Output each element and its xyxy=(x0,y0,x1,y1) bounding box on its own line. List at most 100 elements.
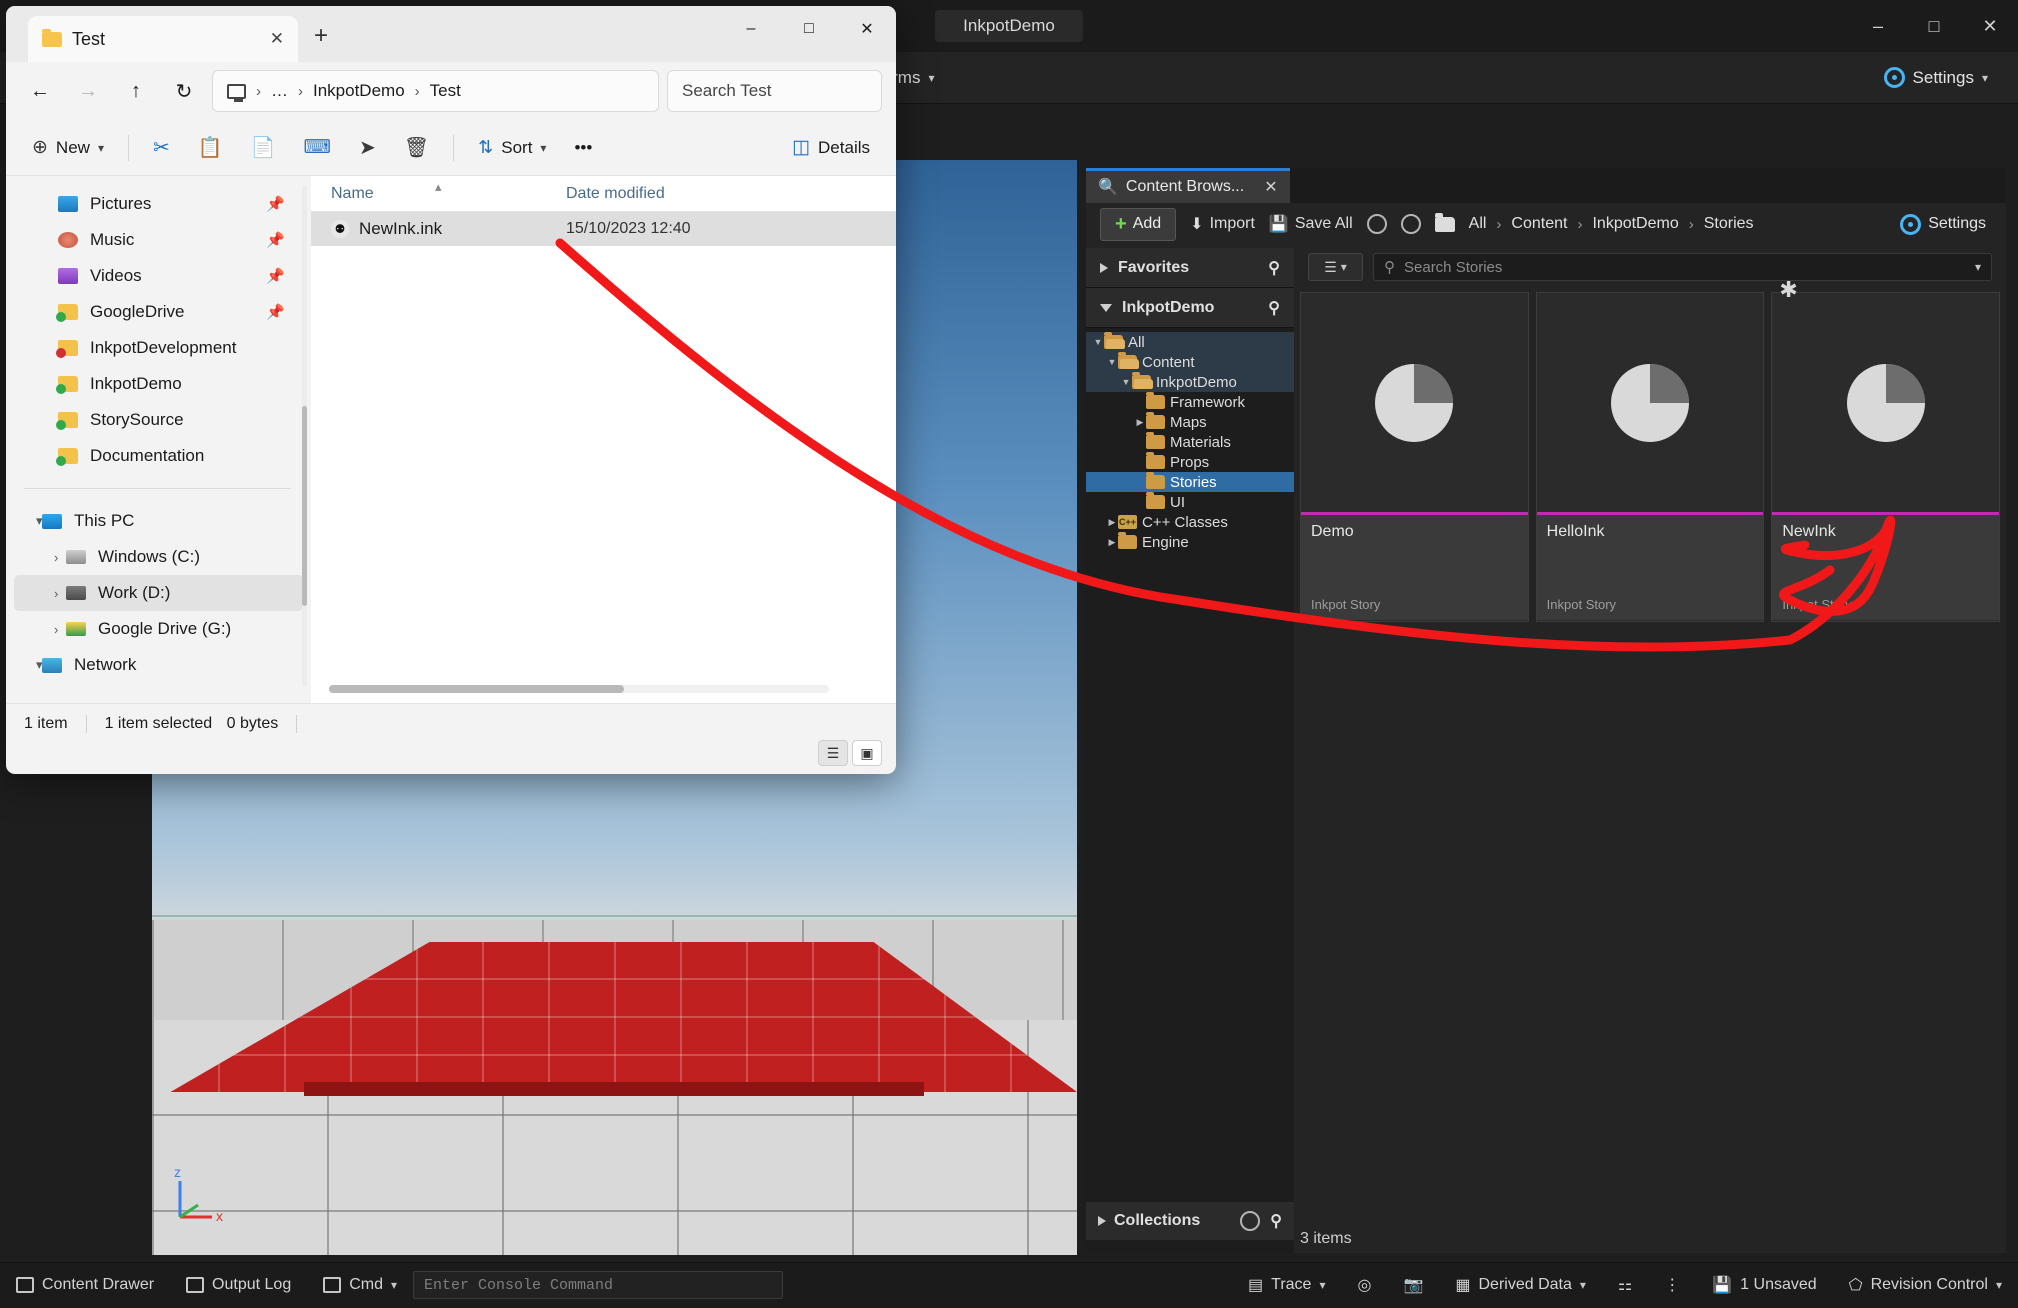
add-collection-icon[interactable] xyxy=(1240,1211,1260,1231)
sidebar-item-videos[interactable]: Videos📌 xyxy=(14,258,303,294)
tree-item-props[interactable]: Props xyxy=(1086,452,1294,472)
sidebar-scrollbar-thumb[interactable] xyxy=(302,406,307,606)
up-button[interactable]: ↑ xyxy=(116,72,156,110)
chevron-right-icon[interactable]: › xyxy=(54,622,58,637)
asset-tile[interactable]: ✱NewInkInkpot Story xyxy=(1771,292,2000,622)
console-command-input[interactable]: Enter Console Command xyxy=(413,1271,783,1299)
sidebar-item-google-drive-g-[interactable]: ›Google Drive (G:) xyxy=(14,611,303,647)
new-button[interactable]: ⊕ New ▾ xyxy=(20,128,116,168)
column-header-name[interactable]: Name ▴ xyxy=(311,185,566,203)
sidebar-item-this-pc[interactable]: ▾ This PC xyxy=(14,503,303,539)
breadcrumb-item-all[interactable]: All xyxy=(1469,215,1487,233)
breadcrumb-item-content[interactable]: Content xyxy=(1511,215,1567,233)
unreal-close-button[interactable]: ✕ xyxy=(1962,0,2018,52)
asset-tile[interactable]: HelloInkInkpot Story xyxy=(1536,292,1765,622)
sidebar-item-documentation[interactable]: Documentation xyxy=(14,438,303,474)
trace-button[interactable]: ▤ Trace ▾ xyxy=(1232,1263,1341,1308)
chevron-down-icon[interactable]: ▾ xyxy=(1975,260,1981,274)
breadcrumb-overflow[interactable]: … xyxy=(271,81,288,101)
sidebar-item-googledrive[interactable]: GoogleDrive📌 xyxy=(14,294,303,330)
tree-item-all[interactable]: ▼All xyxy=(1086,332,1294,352)
perf-button[interactable]: ⚏ xyxy=(1602,1263,1648,1308)
derived-data-button[interactable]: ▦ Derived Data ▾ xyxy=(1439,1263,1602,1308)
details-view-button[interactable]: ☰ xyxy=(818,740,848,766)
delete-button[interactable]: 🗑 xyxy=(392,128,441,168)
search-assets-input[interactable]: ⚲ Search Stories ▾ xyxy=(1373,253,1992,281)
share-button[interactable]: ➤ xyxy=(347,128,388,168)
sidebar-item-music[interactable]: Music📌 xyxy=(14,222,303,258)
output-log-button[interactable]: Output Log xyxy=(170,1263,307,1308)
history-forward-icon[interactable] xyxy=(1401,214,1421,234)
explorer-maximize-button[interactable]: □ xyxy=(780,6,838,52)
close-icon[interactable]: ✕ xyxy=(270,29,284,49)
tree-item-stories[interactable]: Stories xyxy=(1086,472,1294,492)
asset-tile[interactable]: DemoInkpot Story xyxy=(1300,292,1529,622)
search-icon[interactable]: ⚲ xyxy=(1270,1211,1282,1231)
tree-item-ui[interactable]: UI xyxy=(1086,492,1294,512)
chevron-right-icon[interactable]: ▶ xyxy=(1106,517,1118,528)
cut-button[interactable]: ✂ xyxy=(141,128,182,168)
tree-item-inkpotdemo[interactable]: ▼InkpotDemo xyxy=(1086,372,1294,392)
tree-item-c-classes[interactable]: ▶C++C++ Classes xyxy=(1086,512,1294,532)
collections-section-header[interactable]: Collections ⚲ xyxy=(1086,1202,1294,1240)
address-bar[interactable]: › … ›InkpotDemo›Test xyxy=(212,70,659,112)
save-all-button[interactable]: 💾 Save All xyxy=(1269,214,1353,234)
breadcrumb-item-inkpotdemo[interactable]: InkpotDemo xyxy=(1592,215,1678,233)
sidebar-item-windows-c-[interactable]: ›Windows (C:) xyxy=(14,539,303,575)
explorer-close-button[interactable]: ✕ xyxy=(838,6,896,52)
tab-content-browser[interactable]: 🔍 Content Brows... ✕ xyxy=(1086,168,1290,203)
unreal-maximize-button[interactable]: □ xyxy=(1906,0,1962,52)
sidebar-item-pictures[interactable]: Pictures📌 xyxy=(14,186,303,222)
rename-button[interactable]: ⌨ xyxy=(292,128,343,168)
breadcrumb-item-stories[interactable]: Stories xyxy=(1704,215,1754,233)
sidebar-item-inkpotdemo[interactable]: InkpotDemo xyxy=(14,366,303,402)
breadcrumb-item-inkpotdemo[interactable]: InkpotDemo xyxy=(313,81,405,101)
horizontal-scrollbar-thumb[interactable] xyxy=(329,685,624,693)
more-options-button[interactable]: ••• xyxy=(562,128,604,168)
tree-item-framework[interactable]: Framework xyxy=(1086,392,1294,412)
tree-item-materials[interactable]: Materials xyxy=(1086,432,1294,452)
history-back-icon[interactable] xyxy=(1367,214,1387,234)
new-tab-button[interactable]: + xyxy=(314,22,328,50)
unreal-minimize-button[interactable]: – xyxy=(1850,0,1906,52)
sidebar-item-network[interactable]: ▾ Network xyxy=(14,647,303,683)
favorites-section-header[interactable]: Favorites ⚲ xyxy=(1086,248,1294,288)
tree-item-maps[interactable]: ▶Maps xyxy=(1086,412,1294,432)
search-input[interactable]: Search Test xyxy=(667,70,882,112)
filters-button[interactable]: ☰ ▾ xyxy=(1308,253,1363,281)
unsaved-button[interactable]: 💾 1 Unsaved xyxy=(1696,1263,1832,1308)
pin-icon[interactable]: 📌 xyxy=(266,231,285,249)
close-icon[interactable]: ✕ xyxy=(1264,177,1277,197)
content-browser-settings-button[interactable]: Settings xyxy=(1900,214,1986,235)
pin-icon[interactable]: 📌 xyxy=(266,303,285,321)
search-icon[interactable]: ⚲ xyxy=(1268,298,1280,318)
tree-item-engine[interactable]: ▶Engine xyxy=(1086,532,1294,552)
chevron-down-icon[interactable]: ▼ xyxy=(1092,337,1104,347)
sidebar-item-inkpotdevelopment[interactable]: InkpotDevelopment xyxy=(14,330,303,366)
chevron-down-icon[interactable]: ▼ xyxy=(1120,377,1132,387)
refresh-button[interactable]: ↻ xyxy=(164,72,204,110)
sidebar-item-storysource[interactable]: StorySource xyxy=(14,402,303,438)
copy-button[interactable]: 📋 xyxy=(186,128,235,168)
tiles-view-button[interactable]: ▣ xyxy=(852,740,882,766)
chevron-down-icon[interactable]: ▼ xyxy=(1106,357,1118,367)
explorer-tab[interactable]: Test ✕ xyxy=(28,16,298,62)
chevron-right-icon[interactable]: › xyxy=(54,586,58,601)
import-button[interactable]: ⬇ Import xyxy=(1190,214,1255,234)
profiler-button[interactable]: ◎ xyxy=(1341,1263,1387,1308)
breadcrumb-item-test[interactable]: Test xyxy=(430,81,461,101)
pin-icon[interactable]: 📌 xyxy=(266,267,285,285)
sort-button[interactable]: ⇅ Sort ▾ xyxy=(466,128,558,168)
add-button[interactable]: + Add xyxy=(1100,208,1176,241)
chevron-right-icon[interactable]: ▶ xyxy=(1106,537,1118,548)
screenshot-button[interactable]: 📷 xyxy=(1387,1263,1439,1308)
project-section-header[interactable]: InkpotDemo ⚲ xyxy=(1086,288,1294,328)
explorer-minimize-button[interactable]: – xyxy=(722,6,780,52)
pin-icon[interactable]: 📌 xyxy=(266,195,285,213)
back-button[interactable]: ← xyxy=(20,72,60,110)
revision-control-button[interactable]: ⬠ Revision Control ▾ xyxy=(1833,1263,2018,1308)
details-pane-button[interactable]: ◫ Details xyxy=(780,128,882,168)
unreal-settings-button[interactable]: Settings ▾ xyxy=(1884,67,1988,88)
overflow-button[interactable]: ⋮ xyxy=(1648,1263,1696,1308)
sidebar-item-work-d-[interactable]: ›Work (D:) xyxy=(14,575,303,611)
